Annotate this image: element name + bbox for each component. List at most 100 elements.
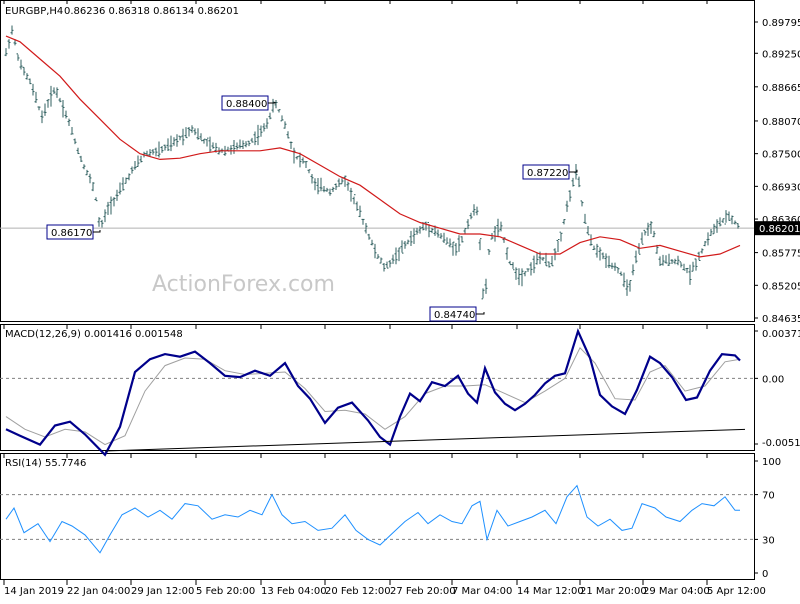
ohlc-bar (721, 218, 725, 224)
ohlc-bar (385, 261, 389, 269)
ohlc-bar (547, 261, 551, 268)
ohlc-bar (658, 256, 662, 266)
macd-y-tick-label: 0.00 (762, 374, 784, 385)
ohlc-bar (622, 272, 626, 288)
ohlc-bar (268, 112, 272, 120)
ohlc-bar (328, 188, 332, 196)
ohlc-bar (244, 141, 248, 148)
ohlc-bar (694, 258, 698, 271)
symbol-label: EURGBP,H4 (5, 6, 63, 17)
rsi-line (5, 484, 740, 554)
price-y-axis: 0.89795 0.89250 0.88665 0.88070 0.87500 0.869… (754, 18, 800, 325)
ohlc-bar (484, 278, 488, 294)
ohlc-bar (154, 147, 158, 157)
ohlc-bar (418, 226, 422, 234)
ohlc-bar (4, 48, 8, 57)
ohlc-bar (94, 197, 98, 202)
ohlc-bar (187, 126, 191, 137)
chart-window: ActionForex.com EURGBP,H4 0.86236 0.8631… (0, 0, 800, 600)
ohlc-bar (388, 260, 392, 268)
ohlc-bar (412, 228, 416, 244)
ohlc-bar (406, 239, 410, 245)
ohlc-bar (253, 131, 257, 146)
ohlc-bar (91, 182, 95, 192)
ohlc-bar (139, 155, 143, 163)
ohlc-bar (649, 221, 653, 234)
ohlc-bar (373, 243, 377, 259)
ohlc-bar (151, 149, 155, 155)
ohlc-bar (247, 140, 251, 147)
ohlc-bar (439, 233, 443, 239)
ohlc-bar (19, 59, 23, 70)
ohlc-bar (442, 232, 446, 243)
ohlc-bar (49, 85, 53, 107)
ohlc-bar (706, 232, 710, 246)
ohlc-bar (424, 221, 428, 231)
ohlc-bar (640, 232, 644, 245)
ohlc-bar (274, 99, 278, 109)
ohlc-bar (475, 206, 479, 216)
ohlc-bar (295, 156, 299, 160)
ohlc-bar (559, 231, 563, 242)
ohlc-bar (193, 128, 197, 136)
ohlc-bar (481, 288, 485, 300)
ohlc-bar (73, 138, 77, 145)
price-y-tick-label: 0.87500 (762, 150, 800, 161)
price-y-tick-label: 0.84635 (762, 314, 800, 325)
ohlc-bar (511, 262, 515, 271)
ohlc-bar (625, 279, 629, 296)
ohlc-bar (673, 258, 677, 265)
rsi-panel-frame (0, 453, 755, 580)
ohlc-bar (556, 238, 560, 253)
ohlc-bar (22, 66, 26, 76)
x-axis-tick-label: 20 Feb 12:00 (325, 586, 391, 597)
ohlc-bar (700, 248, 704, 254)
ohlc-bar (586, 226, 590, 236)
pivot-annotation-label: 0.87220 (527, 168, 568, 179)
ohlc-bar (682, 263, 686, 271)
ohlc-bar (241, 140, 245, 149)
ohlc-bar (262, 123, 266, 132)
pivot-annotation: 0.88400 (221, 95, 276, 111)
ohlc-bar (61, 100, 65, 118)
pivot-annotation: 0.87220 (522, 164, 578, 180)
ohlc-bar (271, 98, 275, 113)
ohlc-bar (703, 241, 707, 247)
rsi-layer: 100 70 30 0 (0, 457, 781, 580)
ohlc-bar (613, 262, 617, 271)
ohlc-bar (199, 133, 203, 142)
ohlc-bar (616, 267, 620, 274)
ohlc-bar (517, 268, 521, 286)
ohlc-bar (337, 178, 341, 188)
x-axis-tick-label: 5 Feb 20:00 (196, 586, 255, 597)
ohlc-bar (292, 147, 296, 164)
ohlc-bar (16, 53, 20, 61)
price-y-tick-label: 0.86930 (762, 182, 800, 193)
ohlc-bar (460, 236, 464, 243)
macd-trendline (104, 428, 746, 452)
rsi-title: RSI(14) 55.7746 (5, 458, 86, 469)
ohlc-bar (37, 106, 41, 111)
ohlc-bar (202, 138, 206, 144)
macd-y-tick-label: 0.003716 (762, 329, 800, 340)
ohlc-bar (145, 150, 149, 156)
ohlc-bar (607, 255, 611, 269)
ohlc-bar (178, 135, 182, 141)
ohlc-bar (598, 247, 602, 261)
ohlc-bar (79, 155, 83, 163)
ohlc-bar (130, 166, 134, 174)
ohlc-bar (541, 257, 545, 261)
ohlc-bar (235, 142, 239, 150)
x-axis-tick-label: 22 Jan 04:00 (67, 586, 130, 597)
ohlc-bar (454, 242, 458, 256)
ohlc-bar (448, 238, 452, 248)
ohlc-bar (46, 99, 50, 108)
ohlc-bar (577, 176, 581, 188)
ohlc-bar (313, 178, 317, 191)
ohlc-bar (712, 223, 716, 235)
ohlc-bar (535, 252, 539, 265)
ohlc-bar (676, 255, 680, 266)
ohlc-bar (529, 262, 533, 276)
ohlc-bar (322, 186, 326, 193)
ohlc-bar (175, 134, 179, 147)
